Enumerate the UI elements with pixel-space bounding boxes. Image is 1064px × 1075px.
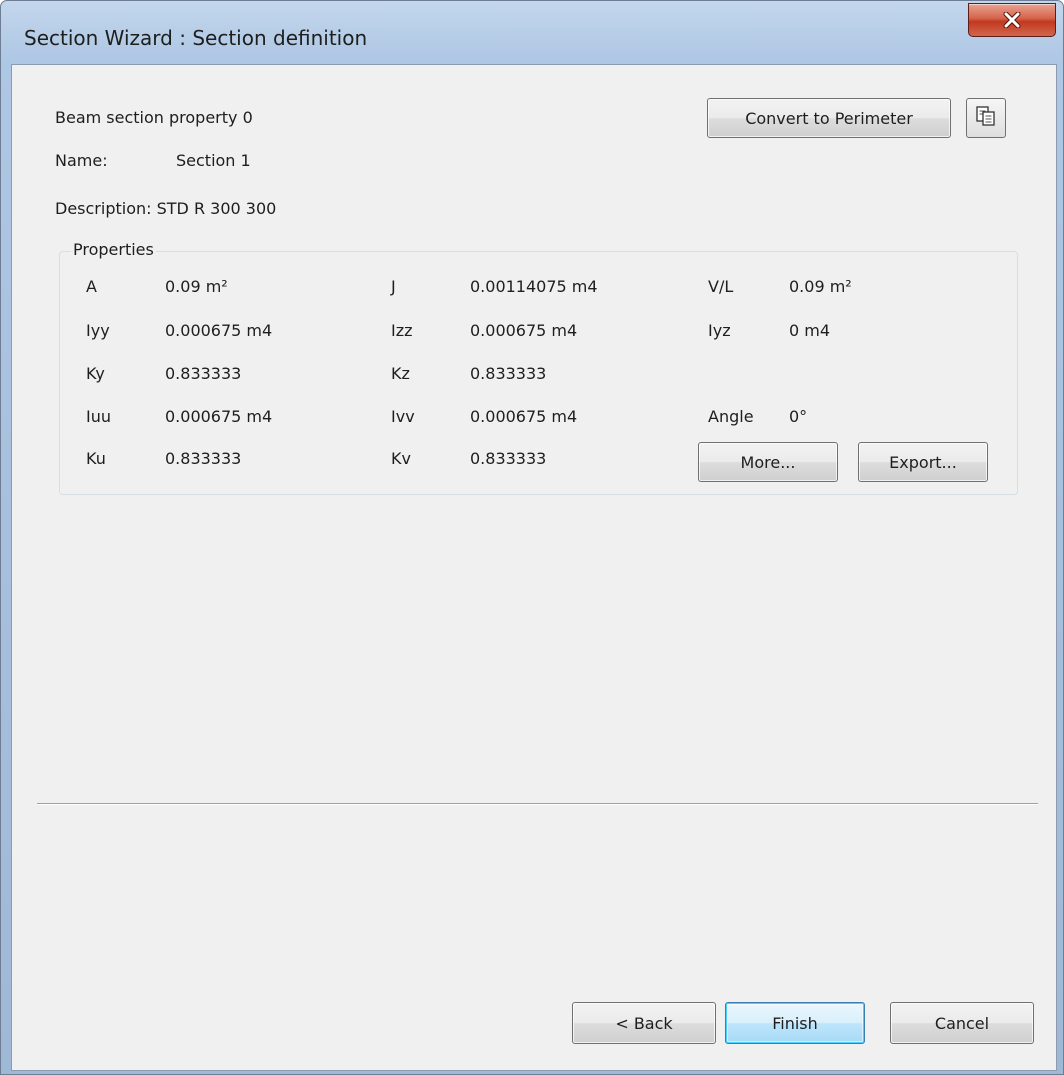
finish-button[interactable]: Finish xyxy=(725,1002,865,1044)
prop-label-j: J xyxy=(391,277,396,296)
convert-to-perimeter-button[interactable]: Convert to Perimeter xyxy=(707,98,951,138)
prop-label-a: A xyxy=(86,277,97,296)
prop-value-j: 0.00114075 m4 xyxy=(470,277,598,296)
prop-value-vl: 0.09 m² xyxy=(789,277,852,296)
properties-group-title: Properties xyxy=(71,240,156,259)
name-label: Name: xyxy=(55,151,108,170)
prop-label-izz: Izz xyxy=(391,321,413,340)
prop-value-iyz: 0 m4 xyxy=(789,321,831,340)
prop-label-iuu: Iuu xyxy=(86,407,111,426)
prop-value-kv: 0.833333 xyxy=(470,449,547,468)
prop-label-iyz: Iyz xyxy=(708,321,731,340)
copy-icon xyxy=(975,105,997,131)
prop-label-ku: Ku xyxy=(86,449,106,468)
prop-value-ku: 0.833333 xyxy=(165,449,242,468)
prop-label-iyy: Iyy xyxy=(86,321,110,340)
convert-to-perimeter-label: Convert to Perimeter xyxy=(745,108,913,128)
close-x-icon xyxy=(1003,12,1021,28)
title-bar[interactable]: Section Wizard : Section definition xyxy=(1,1,1063,63)
prop-label-ky: Ky xyxy=(86,364,105,383)
back-button[interactable]: < Back xyxy=(572,1002,716,1044)
prop-value-iuu: 0.000675 m4 xyxy=(165,407,273,426)
prop-value-izz: 0.000675 m4 xyxy=(470,321,578,340)
prop-value-ivv: 0.000675 m4 xyxy=(470,407,578,426)
description-text: Description: STD R 300 300 xyxy=(55,199,277,218)
section-wizard-window: Section Wizard : Section definition Beam… xyxy=(0,0,1064,1075)
prop-value-ky: 0.833333 xyxy=(165,364,242,383)
dialog-content: Beam section property 0 Name: Section 1 … xyxy=(11,64,1057,1071)
close-button[interactable] xyxy=(968,3,1056,37)
prop-label-kz: Kz xyxy=(391,364,410,383)
cancel-button[interactable]: Cancel xyxy=(890,1002,1034,1044)
finish-button-label: Finish xyxy=(772,1013,818,1033)
prop-value-angle: 0° xyxy=(789,407,808,426)
prop-value-a: 0.09 m² xyxy=(165,277,228,296)
prop-label-vl: V/L xyxy=(708,277,734,296)
prop-label-kv: Kv xyxy=(391,449,411,468)
back-button-label: < Back xyxy=(615,1013,673,1033)
prop-value-kz: 0.833333 xyxy=(470,364,547,383)
window-title: Section Wizard : Section definition xyxy=(24,26,368,50)
more-button-label: More... xyxy=(740,452,796,472)
export-button[interactable]: Export... xyxy=(858,442,988,482)
more-button[interactable]: More... xyxy=(698,442,838,482)
copy-button[interactable] xyxy=(966,98,1006,138)
prop-label-ivv: Ivv xyxy=(391,407,415,426)
export-button-label: Export... xyxy=(889,452,957,472)
name-value: Section 1 xyxy=(176,151,251,170)
prop-label-angle: Angle xyxy=(708,407,754,426)
cancel-button-label: Cancel xyxy=(934,1013,990,1033)
prop-value-iyy: 0.000675 m4 xyxy=(165,321,273,340)
footer-separator xyxy=(37,803,1038,805)
property-label: Beam section property 0 xyxy=(55,108,253,127)
